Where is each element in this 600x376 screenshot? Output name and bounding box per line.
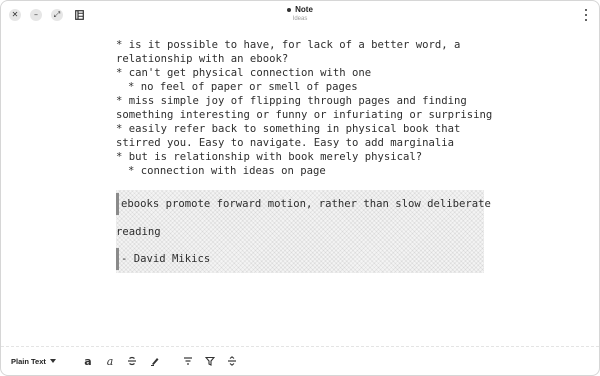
text-line: * is it possible to have, for lack of a … (116, 39, 461, 51)
heading-icon (184, 357, 192, 365)
bold-icon: a (84, 354, 92, 368)
text-line: * connection with ideas on page (128, 165, 326, 177)
text-line: something interesting or funny or infuri… (116, 109, 493, 121)
strikethrough-button[interactable] (125, 354, 139, 368)
format-select[interactable]: Plain Text (11, 354, 56, 368)
text-line: * easily refer back to something in phys… (116, 123, 461, 135)
window-title: Note (295, 5, 313, 14)
title-area: Note Ideas (1, 5, 599, 23)
italic-icon: a (106, 354, 114, 368)
text-line: * no feel of paper or smell of pages (128, 81, 358, 93)
highlight-button[interactable] (148, 354, 162, 368)
horizontal-rule-icon (228, 356, 236, 366)
text-line: * but is relationship with book merely p… (116, 151, 423, 163)
blockquote: ebooks promote forward motion, rather th… (116, 190, 491, 273)
text-line: * miss simple joy of flipping through pa… (116, 95, 467, 107)
window-subtitle: Ideas (292, 16, 308, 22)
menu-button[interactable] (583, 8, 589, 22)
quote-line: reading (116, 226, 161, 238)
italic-button[interactable]: a (103, 354, 117, 368)
chevron-down-icon (49, 359, 56, 363)
strikethrough-icon (128, 356, 136, 366)
app-window: ✕ – ⤢ Note Ideas * is it possible to hav… (0, 0, 600, 376)
divider-button[interactable] (225, 354, 239, 368)
format-select-label: Plain Text (11, 356, 46, 366)
heading-button[interactable] (181, 354, 195, 368)
highlight-pen-icon (151, 358, 159, 366)
quote-bar (116, 193, 119, 215)
text-editor[interactable]: * is it possible to have, for lack of a … (116, 38, 496, 273)
list-button[interactable] (203, 354, 217, 368)
more-vertical-icon (585, 9, 587, 12)
formatting-toolbar: Plain Text a a (1, 346, 599, 375)
text-line: * can't get physical connection with one (116, 67, 372, 79)
bold-button[interactable]: a (81, 354, 95, 368)
funnel-list-icon (205, 356, 215, 366)
quote-bar (116, 248, 119, 270)
quote-line: ebooks promote forward motion, rather th… (121, 198, 491, 210)
quote-attribution: - David Mikics (121, 253, 211, 265)
text-line: stirred you. Easy to navigate. Easy to a… (116, 137, 455, 149)
header-bar: ✕ – ⤢ Note Ideas (1, 1, 599, 29)
text-line: relationship with an ebook? (116, 53, 289, 65)
unsaved-dot-icon (287, 8, 292, 12)
